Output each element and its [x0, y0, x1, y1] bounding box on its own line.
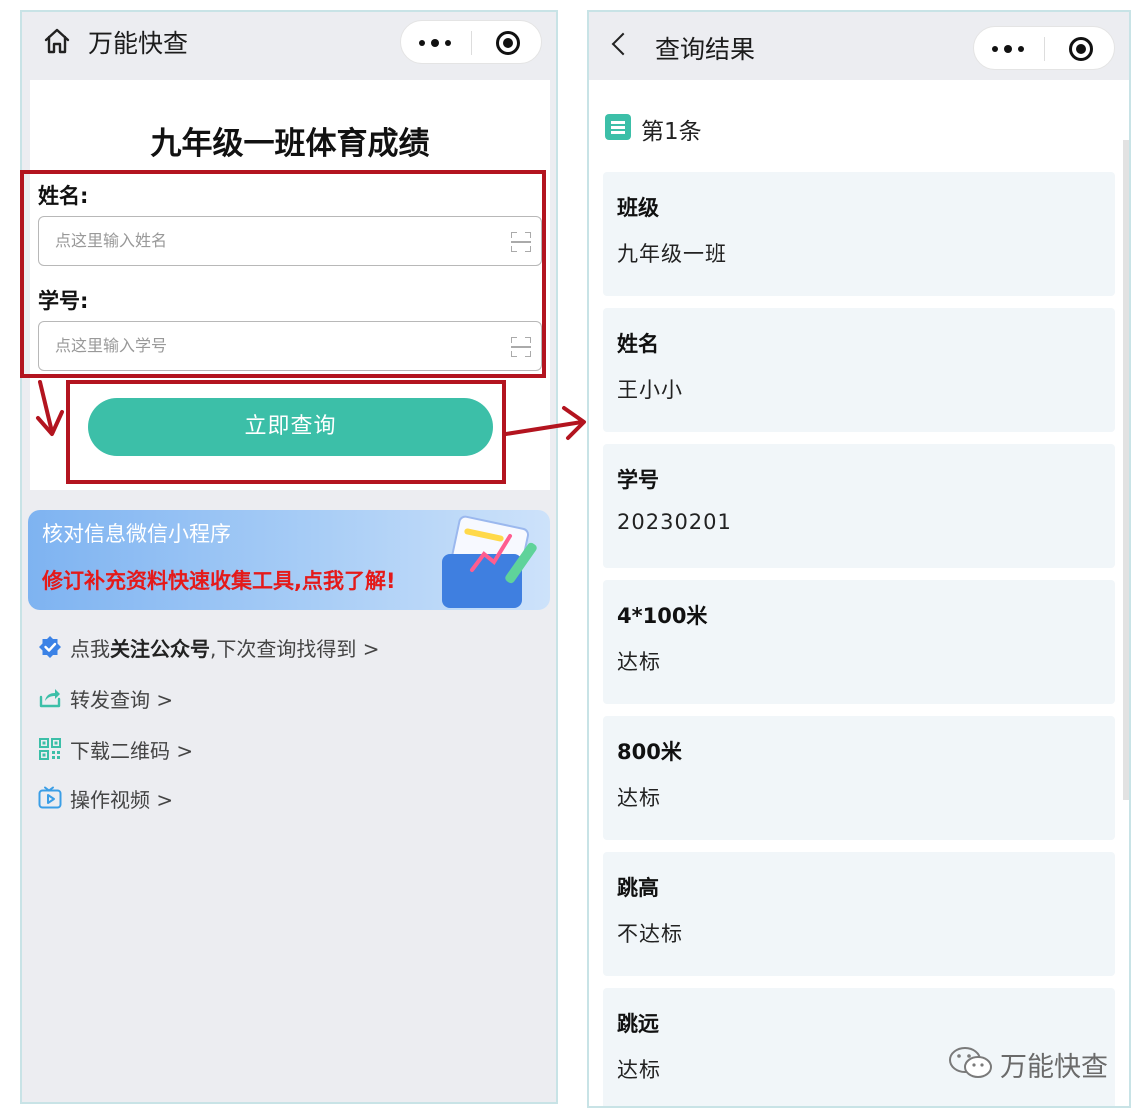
field-label: 4*100米 [617, 604, 708, 628]
link-text: 下载二维码 > [70, 739, 194, 763]
field-label: 班级 [617, 196, 659, 220]
document-chart-illustration-icon [442, 515, 537, 608]
capsule-menu [973, 26, 1115, 70]
scrollbar[interactable] [1123, 140, 1129, 800]
result-card: 跳高 不达标 [603, 852, 1115, 976]
wechat-icon [949, 1047, 992, 1078]
link-text-bold: 关注公众号 [110, 637, 210, 661]
banner-subtitle: 修订补充资料快速收集工具,点我了解! [42, 569, 396, 593]
result-card: 姓名 王小小 [603, 308, 1115, 432]
query-button-highlight-box [66, 380, 506, 484]
capsule-divider [471, 31, 472, 55]
field-value: 20230201 [617, 510, 732, 534]
watermark-text: 万能快查 [1000, 1052, 1108, 1083]
share-icon [39, 689, 61, 708]
field-label: 跳高 [617, 876, 659, 900]
result-card: 学号 20230201 [603, 444, 1115, 568]
link-text: ,下次查询找得到 > [210, 637, 380, 661]
right-arrow-annotation-icon [504, 406, 586, 440]
field-label: 学号 [617, 468, 659, 492]
right-phone-screen: 查询结果 第1条 班级 九年级一班 姓名 王小小 学号 20230201 4*1… [587, 10, 1131, 1108]
field-value: 九年级一班 [617, 242, 727, 266]
field-label: 姓名 [617, 332, 659, 356]
link-text: 转发查询 > [70, 688, 174, 712]
left-nav-title: 万能快查 [88, 29, 189, 58]
field-label: 跳远 [617, 1012, 659, 1036]
right-navbar: 查询结果 [589, 12, 1129, 80]
result-card: 班级 九年级一班 [603, 172, 1115, 296]
qrcode-icon [39, 738, 61, 760]
home-icon[interactable] [42, 26, 72, 56]
close-miniprogram-icon[interactable] [1069, 37, 1093, 61]
video-icon [38, 786, 62, 809]
link-text: 点我 [70, 637, 110, 661]
document-list-icon [605, 114, 631, 140]
field-value: 达标 [617, 1058, 661, 1082]
capsule-divider [1044, 37, 1045, 61]
result-card: 4*100米 达标 [603, 580, 1115, 704]
field-value: 达标 [617, 786, 661, 810]
promo-banner[interactable]: 核对信息微信小程序 修订补充资料快速收集工具,点我了解! [28, 510, 550, 610]
more-dots-icon[interactable] [419, 39, 453, 48]
field-value: 王小小 [617, 378, 683, 402]
result-card: 800米 达标 [603, 716, 1115, 840]
result-index: 第1条 [641, 119, 702, 145]
banner-title: 核对信息微信小程序 [42, 522, 231, 546]
verified-badge-icon [39, 636, 61, 658]
left-navbar: 万能快查 [22, 12, 556, 74]
field-value: 达标 [617, 650, 661, 674]
close-miniprogram-icon[interactable] [496, 31, 520, 55]
field-label: 800米 [617, 740, 682, 764]
input-fields-highlight-box [20, 170, 546, 378]
capsule-menu [400, 20, 542, 64]
form-title: 九年级一班体育成绩 [150, 126, 430, 162]
field-value: 不达标 [617, 922, 683, 946]
more-dots-icon[interactable] [992, 45, 1026, 54]
link-text: 操作视频 > [70, 788, 174, 812]
right-nav-title: 查询结果 [655, 35, 756, 64]
down-arrow-annotation-icon [36, 380, 64, 436]
back-arrow-icon[interactable] [611, 32, 635, 56]
